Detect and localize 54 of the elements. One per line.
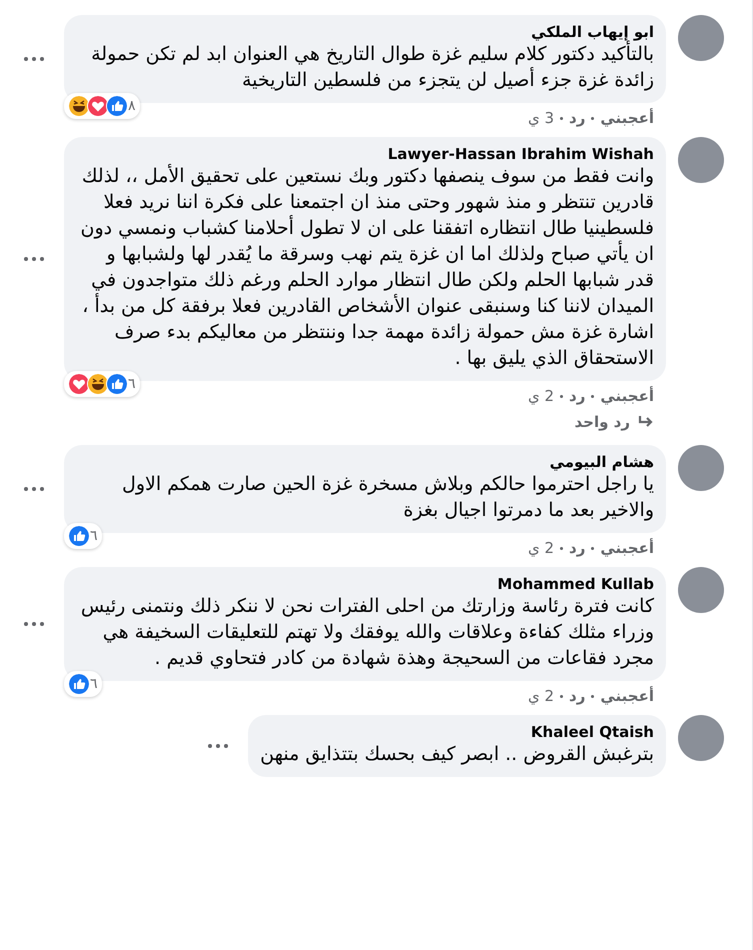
thumbs-up-icon (106, 95, 128, 117)
more-icon (24, 487, 44, 491)
separator-dot (591, 394, 594, 398)
reply-link[interactable]: رد (569, 109, 586, 127)
separator-dot (560, 116, 564, 120)
avatar-photo-placeholder[interactable] (678, 445, 724, 491)
timestamp[interactable]: 2 ي (528, 387, 554, 405)
separator-dot (560, 394, 564, 398)
separator-dot (591, 546, 594, 550)
avatar-photo-placeholder[interactable] (678, 137, 724, 183)
more-icon (24, 257, 44, 261)
timestamp[interactable]: 3 ي (528, 109, 554, 127)
heart-icon (87, 95, 109, 117)
avatar-photo-placeholder[interactable] (678, 15, 724, 61)
more-icon (24, 57, 44, 61)
reply-link[interactable]: رد (569, 539, 586, 557)
reply-arrow-icon (638, 415, 654, 429)
like-link[interactable]: أعجبني (600, 109, 654, 127)
avatar-photo-placeholder[interactable] (678, 715, 724, 761)
like-link[interactable]: أعجبني (600, 687, 654, 705)
comment-text: يا راجل احترموا حالكم وبلاش مسخرة غزة الحين صارت همكم الاول والاخير بعد ما دمرتوا اجيال بغزة (121, 472, 654, 523)
like-link[interactable]: أعجبني (600, 387, 654, 405)
author-name[interactable]: ابو إيهاب الملكي (76, 23, 654, 41)
separator-dot (591, 694, 594, 698)
comment-text: وانت فقط من سوف ينصفها دكتور وبك نستعين على تحقيق الأمل ،، لذلك قادرين تنتظر و منذ شهور وحتى منذ ان اجتمعنا على فكرة اننا نريد فعلا فلسطينيا طال انتظاره اتفقنا على ان لا تطول أحلامنا كشباب ونمسي دون ان يأتي صباح ولذلك اما ان غزة يتم نهب وسرقة ما يُقدر لها ولشبابها و قدر شبابها الحلم ولكن طال انتظار موارد الحلم ورغم ذلك متواجدون في الميدان لاننا كنا وسنبقى عنوان الأشخاص القادرين فعلا برفقة كل من بدأ ، اشارة غزة مش حمولة زائدة مهمة جدا وننتظر من معاليكم بدء صرف الاستحقاق الذي يليق بها . (80, 163, 654, 371)
timestamp[interactable]: 2 ي (528, 539, 554, 557)
thumbs-up-icon (68, 525, 90, 547)
view-replies-link[interactable]: رد واحد (562, 405, 666, 435)
reaction-badge[interactable]: ٦ (64, 371, 140, 397)
heart-icon (68, 373, 90, 395)
separator-dot (560, 694, 564, 698)
author-name[interactable]: Mohammed Kullab (76, 575, 654, 593)
thumbs-up-icon (68, 673, 90, 695)
comment-text: بالتأكيد دكتور كلام سليم غزة طوال التاريخ هي العنوان ابد لم تكن حمولة زائدة غزة جزء أصيل لن يتجزء من فلسطين التاريخية (76, 41, 654, 93)
author-name[interactable]: Khaleel Qtaish (260, 723, 654, 741)
separator-dot (560, 546, 564, 550)
thumbs-up-icon (106, 373, 128, 395)
comment-text: بترغبش القروض .. ابصر كيف بحسك بتتذايق منهن (260, 742, 654, 767)
timestamp[interactable]: 2 ي (528, 687, 554, 705)
laughing-face-icon (68, 95, 90, 117)
reaction-badge[interactable]: ٨ (64, 93, 140, 119)
avatar-photo-placeholder[interactable] (678, 567, 724, 613)
more-icon (24, 622, 44, 626)
like-link[interactable]: أعجبني (600, 539, 654, 557)
more-icon (208, 744, 228, 748)
author-name[interactable]: Lawyer-Hassan Ibrahim Wishah (76, 145, 654, 163)
laughing-face-icon (87, 373, 109, 395)
reply-link[interactable]: رد (569, 387, 586, 405)
reaction-badge[interactable]: ٦ (64, 523, 102, 549)
comment-text: كانت فترة رئاسة وزارتك من احلى الفترات نحن لا ننكر ذلك ونتمنى رئيس وزراء مثلك كفاءة وعلاقات والله يوفقك ولا تهتم للتعليقات السخيفة هي مجرد فقاعات من السحيجة وهذة شهادة من كادر فتحاوي قديم . (80, 594, 654, 671)
author-name[interactable]: هشام البيومي (76, 453, 654, 471)
reply-link[interactable]: رد (569, 687, 586, 705)
reaction-badge[interactable]: ٦ (64, 671, 102, 697)
separator-dot (591, 116, 594, 120)
